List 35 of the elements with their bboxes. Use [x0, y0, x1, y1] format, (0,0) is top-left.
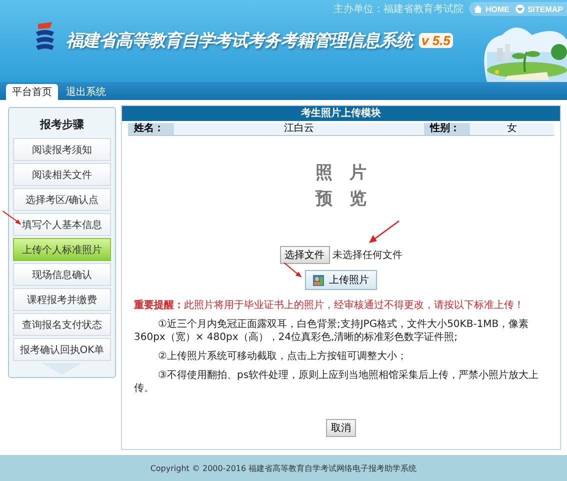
copyright-text: Copyright © 2000-2016 福建省高等教育自学考试网络电子报考助学系统	[150, 462, 417, 474]
choose-file-button[interactable]: 选择文件	[280, 246, 330, 264]
arrow-icon	[368, 220, 400, 244]
arrow-icon	[283, 262, 303, 278]
step-item[interactable]: 阅读报考须知	[13, 138, 111, 161]
step-item[interactable]: 上传个人标准照片	[13, 238, 111, 261]
step-item[interactable]: 现场信息确认	[13, 263, 111, 286]
field-value: 女	[506, 123, 518, 135]
field-value: 江白云	[283, 123, 315, 135]
rule-text: ①近三个月内免冠正面露双耳，白色背景;支持JPG格式，文件大小50KB-1MB，像素360px（宽）× 480px（高），24位真彩色,清晰的标准彩色数字证件照;	[133, 318, 530, 344]
step-item[interactable]: 查询报名支付状态	[13, 313, 111, 336]
upload-button[interactable]: 上传照片	[305, 270, 377, 290]
file-status: 未选择任何文件	[332, 248, 402, 262]
nav-tab[interactable]: 退出系统	[60, 84, 112, 100]
warning-text: 重要提醒：此照片将用于毕业证书上的照片，经审核通过不得更改，请按以下标准上传！	[133, 298, 525, 312]
version-label: v 5.5	[418, 32, 454, 48]
panel-title: 考生照片上传模块	[122, 106, 560, 121]
photo-preview-label: 照 片 预 览	[316, 162, 366, 211]
step-item[interactable]: 选择考区/确认点	[13, 188, 111, 211]
house-icon	[473, 4, 484, 14]
chevron-icon	[515, 4, 526, 14]
arrow-icon	[2, 210, 22, 226]
rule-text: ③不得使用翻拍、ps软件处理，原则上应到当地照相馆采集后上传，严禁小照片放大上传。	[133, 369, 540, 395]
rule-text: ②上传照片系统可移动截取，点击上方按钮可调整大小；	[157, 350, 408, 363]
step-item[interactable]: 阅读相关文件	[13, 163, 111, 186]
field-label: 姓名：	[128, 123, 174, 135]
field-label: 性别：	[424, 123, 470, 135]
step-item[interactable]: 报考确认回执OK单	[13, 338, 111, 361]
photo-icon	[313, 274, 324, 286]
step-item[interactable]: 课程报考并缴费	[13, 288, 111, 311]
nav-tab[interactable]: 平台首页	[6, 84, 58, 100]
cancel-button[interactable]: 取消	[326, 419, 356, 437]
sidebar-title: 报考步骤	[40, 117, 84, 133]
sponsor-text: 主办单位：福建省教育考试院	[333, 2, 464, 16]
step-item[interactable]: 填写个人基本信息	[13, 213, 111, 236]
